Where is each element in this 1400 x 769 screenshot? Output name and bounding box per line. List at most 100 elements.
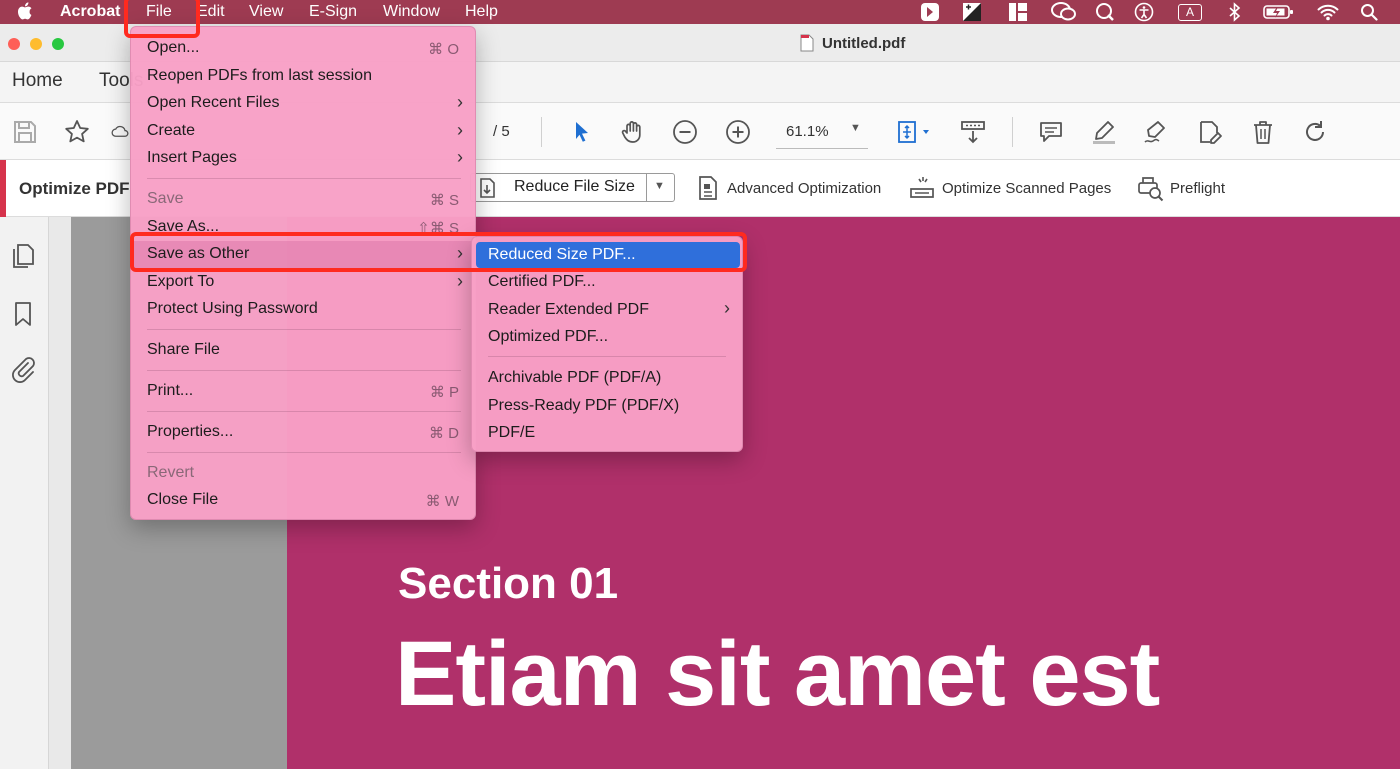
qq-icon[interactable] — [1093, 2, 1117, 22]
shortcut-label: ⌘ D — [429, 425, 459, 442]
hand-icon[interactable] — [616, 115, 650, 149]
minimize-window-button[interactable] — [30, 38, 42, 50]
select-cursor-icon[interactable] — [564, 115, 598, 149]
close-window-button[interactable] — [8, 38, 20, 50]
menu-item-print[interactable]: Print... ⌘ P — [131, 378, 477, 405]
cloud-icon[interactable] — [110, 115, 130, 149]
wifi-icon[interactable] — [1316, 2, 1340, 22]
zoom-in-icon[interactable] — [721, 115, 755, 149]
shortcut-label: ⇧⌘ S — [417, 220, 459, 237]
save-icon[interactable] — [8, 115, 42, 149]
fit-page-icon[interactable] — [890, 115, 936, 149]
app-name-menu[interactable]: Acrobat — [60, 2, 120, 22]
chevron-right-icon: › — [724, 298, 730, 318]
chevron-down-icon: ▼ — [850, 122, 861, 134]
tab-home[interactable]: Home — [12, 70, 63, 92]
chevron-right-icon: › — [457, 92, 463, 112]
attachments-icon[interactable] — [8, 353, 38, 383]
trash-icon[interactable] — [1246, 115, 1280, 149]
bluetooth-icon[interactable] — [1224, 2, 1246, 22]
menu-item-insert-pages[interactable]: Insert Pages › — [131, 145, 477, 172]
reduce-file-size-button[interactable]: Reduce File Size ▼ — [470, 173, 675, 202]
shortcut-label: ⌘ O — [428, 41, 459, 58]
menu-item-label: Archivable PDF (PDF/A) — [488, 369, 662, 386]
menu-item-open-recent[interactable]: Open Recent Files › — [131, 90, 477, 117]
sign-icon[interactable] — [1139, 115, 1173, 149]
menu-file[interactable]: File — [146, 2, 172, 22]
file-menu-dropdown: Open... ⌘ O Reopen PDFs from last sessio… — [130, 26, 477, 520]
menu-item-label: Press-Ready PDF (PDF/X) — [488, 397, 680, 414]
page-thumbnails-icon[interactable] — [8, 241, 38, 271]
layout-icon[interactable] — [1006, 2, 1030, 22]
menu-item-save-as[interactable]: Save As... ⇧⌘ S — [131, 214, 477, 241]
comment-icon[interactable] — [1034, 115, 1068, 149]
accessibility-icon[interactable] — [1132, 2, 1156, 22]
menu-item-save-as-other[interactable]: Save as Other › — [131, 241, 477, 268]
menu-view[interactable]: View — [249, 2, 283, 22]
wechat-icon[interactable] — [1050, 2, 1078, 22]
menu-separator — [147, 329, 461, 330]
shortcut-label: ⌘ P — [429, 384, 459, 401]
battery-icon[interactable] — [1262, 2, 1296, 22]
tool-accent-bar — [0, 160, 6, 217]
optimize-scanned-pages-icon — [910, 177, 934, 198]
menu-help[interactable]: Help — [465, 2, 498, 22]
input-source-letter: A — [1178, 3, 1202, 21]
optimize-scanned-pages-button[interactable]: Optimize Scanned Pages — [942, 180, 1111, 197]
panel-gutter — [49, 217, 71, 769]
macos-menu-bar: Acrobat File Edit View E-Sign Window Hel… — [0, 0, 1400, 24]
acrobat-status-icon[interactable] — [918, 2, 942, 22]
menu-item-label: Reader Extended PDF — [488, 301, 649, 318]
zoom-out-icon[interactable] — [668, 115, 702, 149]
menu-item-reopen[interactable]: Reopen PDFs from last session — [131, 63, 477, 90]
menu-separator — [147, 178, 461, 179]
rotate-icon[interactable] — [1298, 115, 1332, 149]
preflight-button[interactable]: Preflight — [1170, 180, 1225, 197]
spotlight-search-icon[interactable] — [1358, 2, 1380, 22]
chevron-right-icon: › — [457, 243, 463, 263]
bookmarks-icon[interactable] — [8, 299, 38, 329]
menu-item-label: Reopen PDFs from last session — [147, 67, 372, 84]
pdf-file-icon — [800, 34, 814, 52]
advanced-optimization-button[interactable]: Advanced Optimization — [727, 180, 881, 197]
menu-item-create[interactable]: Create › — [131, 118, 477, 145]
menu-edit[interactable]: Edit — [197, 2, 225, 22]
menu-item-label: Open... — [147, 39, 200, 56]
menu-item-close-file[interactable]: Close File ⌘ W — [131, 487, 477, 514]
edit-icon[interactable] — [1192, 115, 1226, 149]
menu-item-label: Insert Pages — [147, 149, 237, 166]
menu-item-label: Create — [147, 122, 196, 139]
submenu-item-optimized-pdf[interactable]: Optimized PDF... — [476, 324, 740, 350]
menu-item-open[interactable]: Open... ⌘ O — [131, 35, 477, 62]
submenu-item-reduced-size-pdf[interactable]: Reduced Size PDF... — [476, 242, 740, 268]
menu-item-share[interactable]: Share File — [131, 337, 477, 364]
submenu-item-reader-extended-pdf[interactable]: Reader Extended PDF › — [476, 297, 740, 323]
submenu-item-certified-pdf[interactable]: Certified PDF... — [476, 269, 740, 295]
menu-separator — [488, 356, 726, 357]
highlight-icon[interactable] — [1087, 115, 1121, 149]
split-button-divider — [646, 174, 647, 201]
zoom-level-select[interactable]: 61.1% ▼ — [776, 117, 868, 149]
submenu-item-pdfe[interactable]: PDF/E — [476, 420, 740, 446]
star-icon[interactable] — [60, 115, 94, 149]
page-total: / 5 — [493, 123, 510, 140]
apple-icon[interactable] — [17, 1, 37, 21]
submenu-item-archivable-pdf[interactable]: Archivable PDF (PDF/A) — [476, 365, 740, 391]
submenu-item-press-ready-pdf[interactable]: Press-Ready PDF (PDF/X) — [476, 393, 740, 419]
menu-esign[interactable]: E-Sign — [309, 2, 357, 22]
scroll-mode-icon[interactable] — [956, 115, 990, 149]
chevron-down-icon[interactable]: ▼ — [654, 180, 665, 192]
input-source-icon[interactable]: A — [1176, 2, 1204, 22]
menu-item-label: Properties... — [147, 423, 234, 440]
menu-window[interactable]: Window — [383, 2, 440, 22]
toolbar-divider — [541, 117, 542, 147]
zoom-window-button[interactable] — [52, 38, 64, 50]
advanced-optimization-icon — [699, 176, 717, 200]
reduce-file-size-icon — [480, 178, 495, 198]
menu-item-properties[interactable]: Properties... ⌘ D — [131, 419, 477, 446]
optimize-pdf-title: Optimize PDF — [19, 179, 130, 198]
menu-item-protect[interactable]: Protect Using Password — [131, 296, 477, 323]
menu-item-export-to[interactable]: Export To › — [131, 269, 477, 296]
contrast-icon[interactable] — [960, 2, 984, 22]
menu-item-label: Certified PDF... — [488, 273, 596, 290]
